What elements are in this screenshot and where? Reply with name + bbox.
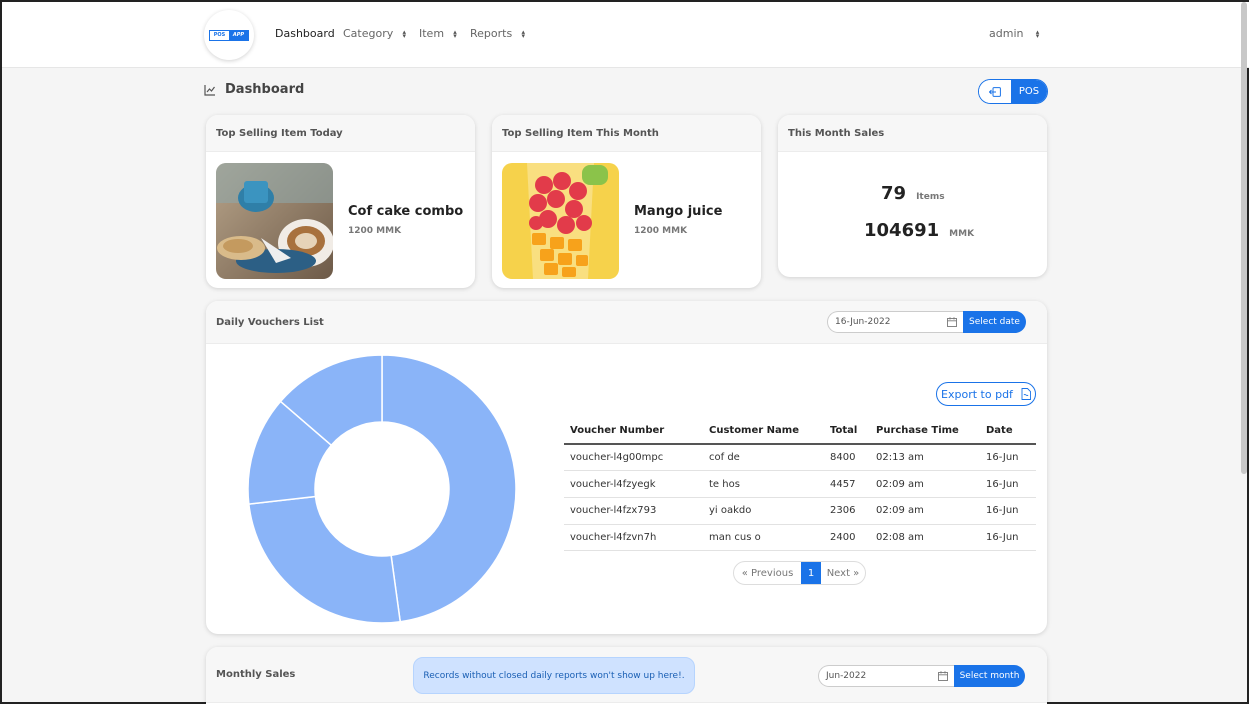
card-month-sales: This Month Sales 79 Items 104691 MMK [778, 115, 1047, 277]
pagination-previous[interactable]: « Previous [734, 562, 801, 584]
cell-total: 4457 [824, 470, 870, 498]
month-input[interactable]: Jun-2022 [818, 665, 954, 687]
cell-purchase-time: 02:09 am [870, 470, 980, 498]
user-menu[interactable]: admin ▴ ▾ [989, 27, 1040, 40]
pagination-next[interactable]: Next » [821, 562, 865, 584]
chevron-updown-icon: ▴ ▾ [521, 27, 525, 40]
table-row[interactable]: voucher-l4g00mpc cof de 8400 02:13 am 16… [564, 444, 1036, 472]
doughnut-slice[interactable] [248, 495, 402, 624]
calendar-icon [947, 317, 957, 327]
col-total[interactable]: Total [824, 418, 870, 445]
nav-dashboard[interactable]: Dashboard [275, 27, 335, 40]
cell-total: 2306 [824, 497, 870, 525]
item-price: 1200 MMK [634, 226, 688, 236]
item-name: Cof cake combo [348, 204, 464, 219]
app-logo[interactable]: POS APP [204, 10, 254, 60]
item-price: 1200 MMK [348, 226, 402, 236]
table-row[interactable]: voucher-l4fzx793 yi oakdo 2306 02:09 am … [564, 497, 1036, 525]
card-title: Top Selling Item Today [206, 115, 475, 152]
monthly-notice: Records without closed daily reports won… [413, 657, 695, 694]
pos-button-group: POS [978, 79, 1048, 104]
item-image-juice [502, 163, 619, 279]
col-customer-name[interactable]: Customer Name [703, 418, 824, 445]
chevron-updown-icon: ▴ ▾ [1035, 27, 1040, 40]
cell-voucher-number: voucher-l4fzx793 [564, 497, 703, 525]
cell-total: 8400 [824, 444, 870, 472]
cell-date: 16-Jun [980, 470, 1036, 498]
card-top-selling-today: Top Selling Item Today Cof cake combo 12… [206, 115, 475, 288]
cell-purchase-time: 02:13 am [870, 444, 980, 472]
nav-item[interactable]: Item ▴ ▾ [419, 27, 458, 40]
nav-item-label: Item [419, 27, 445, 40]
cell-date: 16-Jun [980, 444, 1036, 472]
pagination: « Previous 1 Next » [733, 561, 866, 585]
page-title-text: Dashboard [225, 82, 305, 97]
exit-button[interactable] [979, 80, 1011, 103]
nav-category[interactable]: Category ▴ ▾ [343, 27, 407, 40]
export-pdf-button[interactable]: Export to pdf [936, 382, 1036, 406]
card-title: This Month Sales [778, 115, 1047, 152]
col-purchase-time[interactable]: Purchase Time [870, 418, 980, 445]
logo-mark: POS APP [209, 29, 249, 41]
chevron-updown-icon: ▴ ▾ [402, 27, 406, 40]
nav-dashboard-label: Dashboard [275, 27, 335, 40]
item-name: Mango juice [634, 204, 723, 219]
cell-customer-name: man cus o [703, 524, 824, 552]
line-chart-icon [204, 84, 215, 96]
col-voucher-number[interactable]: Voucher Number [564, 418, 703, 445]
cell-voucher-number: voucher-l4fzvn7h [564, 524, 703, 552]
table-row[interactable]: voucher-l4fzyegk te hos 4457 02:09 am 16… [564, 470, 1036, 498]
items-unit: Items [916, 192, 945, 202]
page-title: Dashboard [204, 82, 304, 97]
calendar-icon [938, 671, 948, 681]
page-scrollbar[interactable] [1241, 2, 1247, 474]
pagination-page-1[interactable]: 1 [801, 562, 821, 584]
sign-out-icon [989, 86, 1001, 97]
chevron-updown-icon: ▴ ▾ [453, 27, 457, 40]
cell-purchase-time: 02:09 am [870, 497, 980, 525]
card-top-selling-month: Top Selling Item This Month Mango juice … [492, 115, 761, 288]
month-picker-group: Jun-2022 Select month [818, 665, 1025, 687]
sales-amount: 104691 [864, 220, 940, 241]
nav-reports[interactable]: Reports ▴ ▾ [470, 27, 526, 40]
cell-voucher-number: voucher-l4g00mpc [564, 444, 703, 472]
nav-category-label: Category [343, 27, 394, 40]
pos-button[interactable]: POS [1011, 80, 1047, 103]
select-date-button[interactable]: Select date [963, 311, 1026, 333]
cell-customer-name: yi oakdo [703, 497, 824, 525]
logo-text-right: APP [229, 30, 248, 40]
cell-customer-name: cof de [703, 444, 824, 472]
date-value: 16-Jun-2022 [835, 317, 891, 327]
vouchers-doughnut-chart [247, 354, 517, 624]
nav-reports-label: Reports [470, 27, 513, 40]
month-value: Jun-2022 [826, 671, 867, 681]
items-count-stat: 79 Items [881, 183, 945, 204]
top-navbar: POS APP Dashboard Category ▴ ▾ Item ▴ ▾ Re… [2, 2, 1249, 68]
items-count: 79 [881, 183, 907, 204]
date-input[interactable]: 16-Jun-2022 [827, 311, 963, 333]
date-picker-group: 16-Jun-2022 Select date [827, 311, 1026, 333]
amount-unit: MMK [949, 229, 975, 239]
sales-amount-stat: 104691 MMK [864, 220, 974, 241]
card-title: Top Selling Item This Month [492, 115, 761, 152]
file-pdf-icon [1021, 388, 1031, 400]
item-image-coffee [216, 163, 333, 279]
cell-customer-name: te hos [703, 470, 824, 498]
table-row[interactable]: voucher-l4fzvn7h man cus o 2400 02:08 am… [564, 524, 1036, 552]
col-date[interactable]: Date [980, 418, 1036, 445]
table-header-row: Voucher Number Customer Name Total Purch… [564, 418, 1036, 445]
cell-date: 16-Jun [980, 524, 1036, 552]
vouchers-table: Voucher Number Customer Name Total Purch… [564, 418, 1036, 552]
select-month-button[interactable]: Select month [954, 665, 1025, 687]
user-name: admin [989, 27, 1024, 40]
cell-date: 16-Jun [980, 497, 1036, 525]
logo-text-left: POS [210, 30, 229, 40]
cell-total: 2400 [824, 524, 870, 552]
doughnut-slice[interactable] [381, 354, 517, 623]
cell-purchase-time: 02:08 am [870, 524, 980, 552]
export-label: Export to pdf [941, 387, 1013, 401]
cell-voucher-number: voucher-l4fzyegk [564, 470, 703, 498]
